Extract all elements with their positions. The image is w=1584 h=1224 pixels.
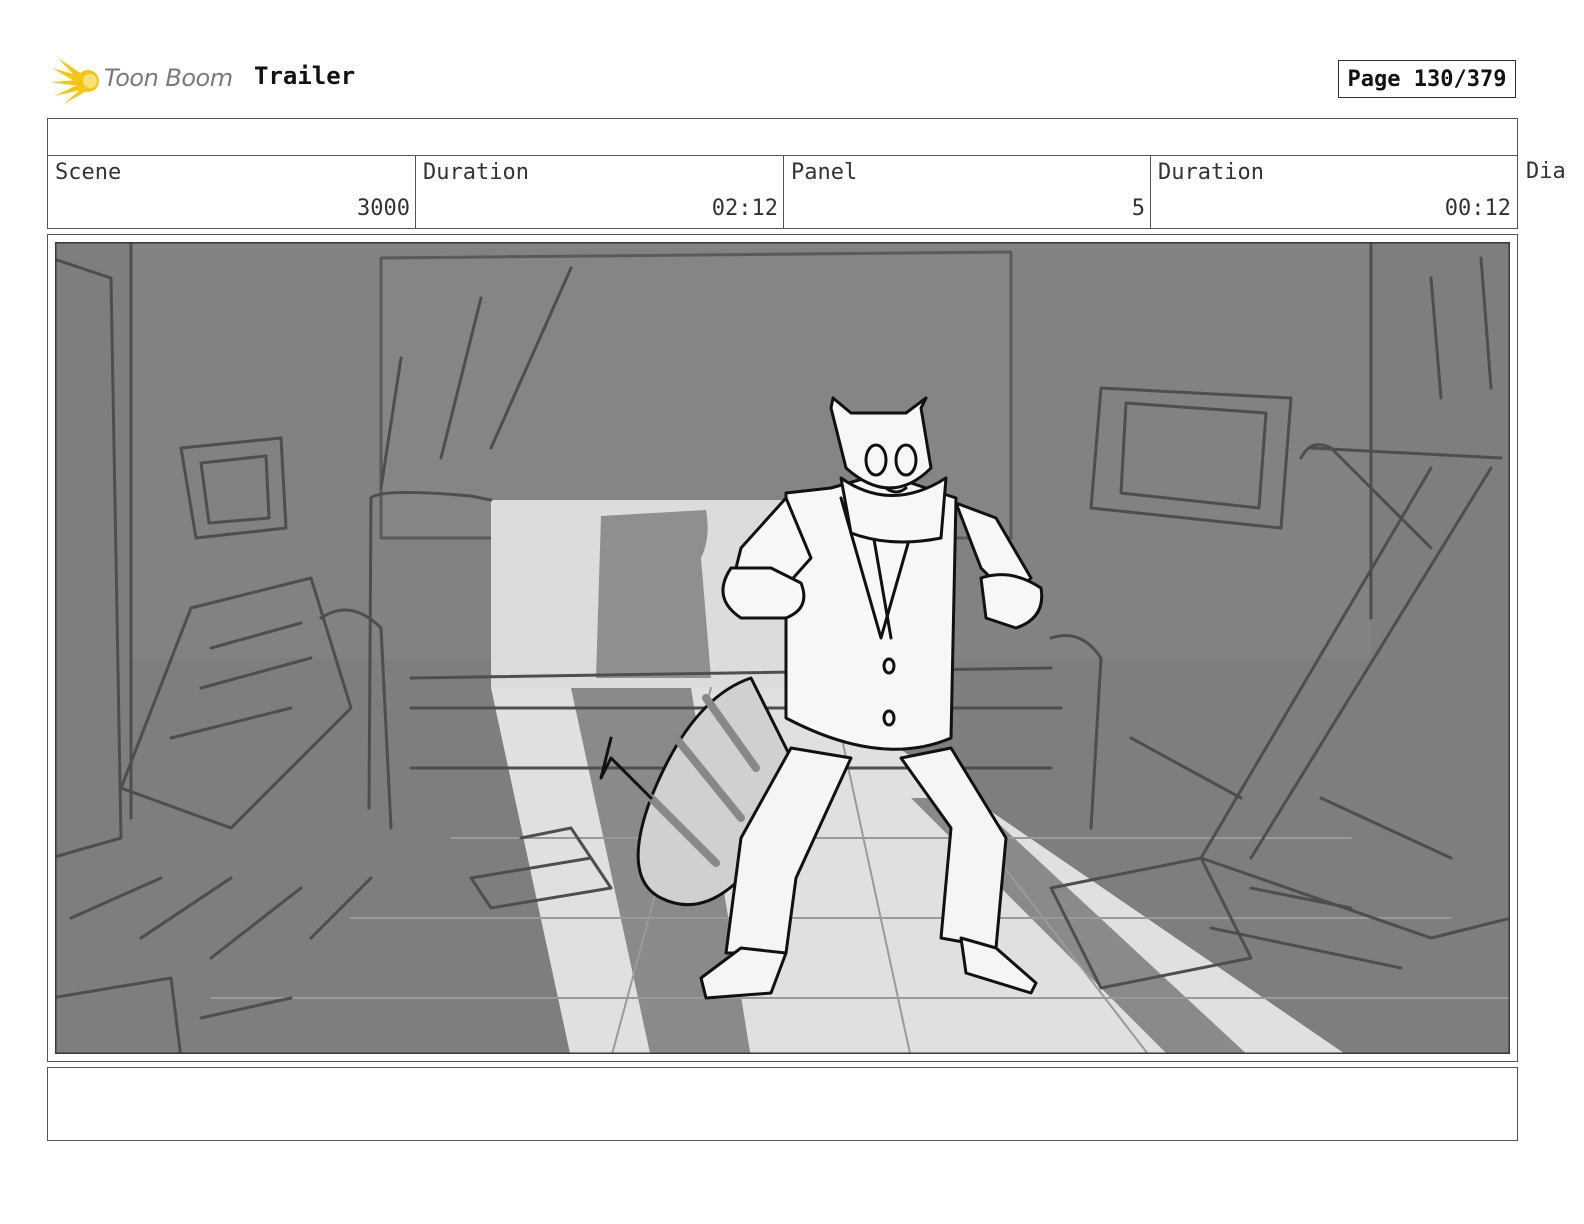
scene-duration-value: 02:12	[711, 196, 778, 221]
header-strip	[47, 118, 1518, 156]
panel-duration-label: Duration	[1158, 160, 1264, 185]
panel-cell: Panel 5	[784, 156, 1151, 228]
panel-value: 5	[1131, 196, 1145, 221]
panel-duration-cell: Duration 00:12	[1151, 156, 1516, 228]
panel-label: Panel	[791, 160, 858, 185]
storyboard-panel	[47, 234, 1518, 1062]
storyboard-sketch-image	[55, 242, 1510, 1054]
panel-notes-box	[47, 1067, 1518, 1141]
scene-duration-cell: Duration 02:12	[416, 156, 784, 228]
panel-info-row: Scene 3000 Duration 02:12 Panel 5 Durati…	[47, 155, 1518, 229]
logo-text: Toon Boom	[104, 64, 233, 92]
sun-burst-icon	[50, 58, 99, 104]
scene-value: 3000	[357, 196, 410, 221]
scene-cell: Scene 3000	[48, 156, 416, 228]
panel-duration-value: 00:12	[1444, 196, 1511, 221]
scene-duration-label: Duration	[423, 160, 529, 185]
dialogue-label: Dia	[1526, 159, 1566, 184]
toon-boom-logo: Toon Boom	[50, 54, 240, 108]
document-title: Trailer	[254, 62, 356, 90]
scene-label: Scene	[55, 160, 122, 185]
page-indicator: Page 130/379	[1338, 60, 1516, 98]
